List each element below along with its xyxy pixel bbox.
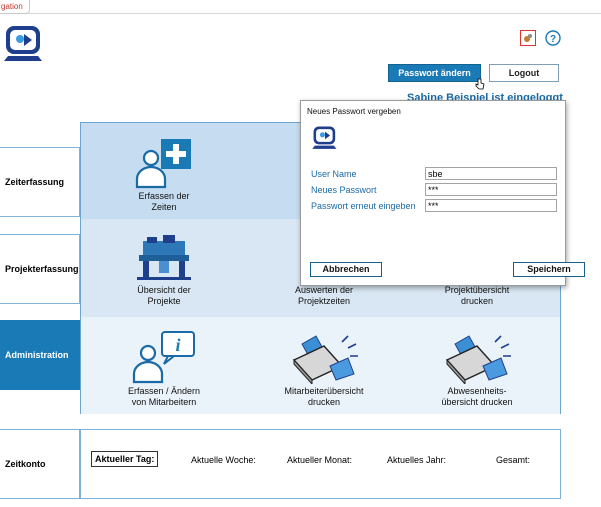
- hand-cursor-icon: [475, 78, 485, 90]
- repeat-password-label: Passwort erneut eingeben: [311, 201, 416, 211]
- tile-label-line2: Projektzeiten: [297, 296, 351, 306]
- logout-button[interactable]: Logout: [489, 64, 559, 82]
- zeitkonto-aktuelle-woche[interactable]: Aktuelle Woche:: [191, 455, 256, 465]
- username-field[interactable]: [425, 167, 557, 180]
- tile-label-line1: Übersicht der: [137, 285, 191, 295]
- row-label-zeitkonto: Zeitkonto: [0, 429, 80, 499]
- tile-label-line1: Erfassen / Ändern: [127, 386, 201, 396]
- tile-label-line1: Mitarbeiterübersicht: [284, 386, 364, 396]
- zeitkonto-aktueller-tag[interactable]: Aktueller Tag:: [91, 451, 159, 467]
- svg-text:?: ?: [550, 34, 556, 45]
- tile-label-line1: Erfassen der: [138, 191, 190, 201]
- username-label: User Name: [311, 169, 357, 179]
- change-password-dialog: Neues Passwort vergeben User Name Neues …: [300, 100, 585, 286]
- new-password-field[interactable]: [425, 183, 557, 196]
- help-icon[interactable]: ?: [545, 30, 561, 46]
- tile-label-line2: übersicht drucken: [441, 397, 513, 407]
- tile-label-line2: drucken: [460, 296, 494, 306]
- app-logo-icon: [311, 124, 339, 152]
- print-icon: [292, 335, 358, 384]
- zeitkonto-gesamt[interactable]: Gesamt:: [496, 455, 530, 465]
- settings-icon[interactable]: [520, 30, 536, 46]
- tile-label-line1: Projektübersicht: [444, 285, 510, 295]
- print-icon: [445, 335, 511, 384]
- tile-label-line2: drucken: [307, 397, 341, 407]
- svg-text:i: i: [175, 335, 180, 355]
- zeitkonto-aktueller-monat[interactable]: Aktueller Monat:: [287, 455, 352, 465]
- tile-label-line1: Auswerten der: [294, 285, 354, 295]
- tile-label-line2: Zeiten: [151, 202, 177, 212]
- project-overview-icon: [137, 235, 191, 280]
- tile-abwesenheitsuebersicht-drucken[interactable]: Abwesenheits- übersicht drucken: [397, 330, 557, 408]
- tile-label-line1: Abwesenheits-: [447, 386, 507, 396]
- zeitkonto-panel: Aktueller Tag: Aktuelle Woche: Aktueller…: [80, 429, 561, 499]
- band-administration: i Erfassen / Ändern von Mitarbeitern Mit…: [81, 317, 560, 414]
- app-logo-icon: [2, 22, 46, 66]
- tile-label-line2: Projekte: [147, 296, 181, 306]
- dialog-title: Neues Passwort vergeben: [307, 107, 401, 116]
- tile-mitarbeiter-erfassen[interactable]: i Erfassen / Ändern von Mitarbeitern: [84, 330, 244, 408]
- tab-navigation[interactable]: gation: [0, 0, 30, 14]
- tile-label-line2: von Mitarbeitern: [131, 397, 197, 407]
- row-label-zeiterfassung[interactable]: Zeiterfassung: [0, 147, 80, 217]
- save-button[interactable]: Speichern: [513, 262, 585, 277]
- tile-erfassen-zeiten[interactable]: Erfassen der Zeiten: [84, 137, 244, 213]
- tab-strip: gation: [0, 0, 601, 14]
- repeat-password-field[interactable]: [425, 199, 557, 212]
- change-password-button[interactable]: Passwort ändern: [388, 64, 481, 82]
- new-password-label: Neues Passwort: [311, 185, 377, 195]
- row-label-administration[interactable]: Administration: [0, 320, 80, 390]
- add-user-icon: [135, 139, 191, 189]
- zeitkonto-aktuelles-jahr[interactable]: Aktuelles Jahr:: [387, 455, 446, 465]
- user-info-icon: i: [132, 331, 195, 384]
- tile-uebersicht-projekte[interactable]: Übersicht der Projekte: [84, 231, 244, 307]
- row-label-projekterfassung[interactable]: Projekterfassung: [0, 234, 80, 304]
- cancel-button[interactable]: Abbrechen: [310, 262, 382, 277]
- tile-mitarbeiteruebersicht-drucken[interactable]: Mitarbeiterübersicht drucken: [244, 330, 404, 408]
